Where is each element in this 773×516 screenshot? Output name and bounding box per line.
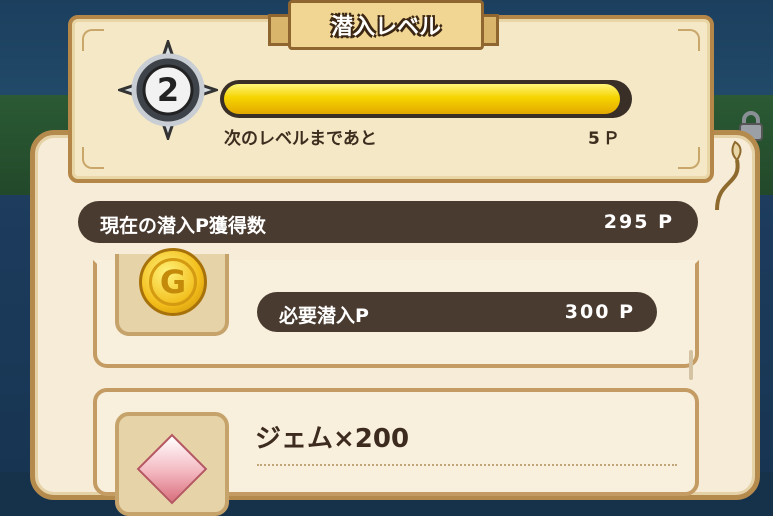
- next-level-value: 5Ｐ: [588, 129, 623, 149]
- reward-name: ジェム×200: [255, 424, 410, 454]
- reward-row-gem[interactable]: ジェム×200: [93, 388, 699, 516]
- corner-ornament: [678, 147, 700, 169]
- current-points-label: 現在の潜入P獲得数: [100, 215, 266, 237]
- level-number: 2: [157, 71, 179, 109]
- gem-icon: [136, 433, 208, 505]
- required-points-value: 300 P: [564, 301, 635, 323]
- corner-ornament: [82, 147, 104, 169]
- reward-icon-box: [115, 412, 229, 516]
- level-progress-bar: [220, 80, 632, 118]
- corner-ornament: [678, 29, 700, 51]
- required-points-label: 必要潜入P: [279, 305, 369, 327]
- corner-ornament: [82, 29, 104, 51]
- level-progress-fill: [224, 84, 620, 114]
- gold-coin-icon: G: [139, 248, 207, 316]
- scrollbar[interactable]: [689, 350, 693, 380]
- page-title: 潜入レベル: [330, 15, 441, 40]
- next-level-label: 次のレベルまであと: [224, 129, 377, 149]
- divider: [257, 464, 677, 466]
- reward-icon-box: G: [115, 248, 229, 336]
- title-ribbon: 潜入レベル: [288, 0, 484, 50]
- current-points-bar: 現在の潜入P獲得数 295 P: [78, 201, 698, 243]
- required-points-bar: 必要潜入P 300 P: [257, 292, 657, 332]
- reward-row-coin[interactable]: G 必要潜入P 300 P: [93, 248, 699, 368]
- current-points-value: 295 P: [603, 211, 674, 233]
- vine-ornament-icon: [715, 140, 742, 210]
- level-badge: 2: [118, 40, 218, 140]
